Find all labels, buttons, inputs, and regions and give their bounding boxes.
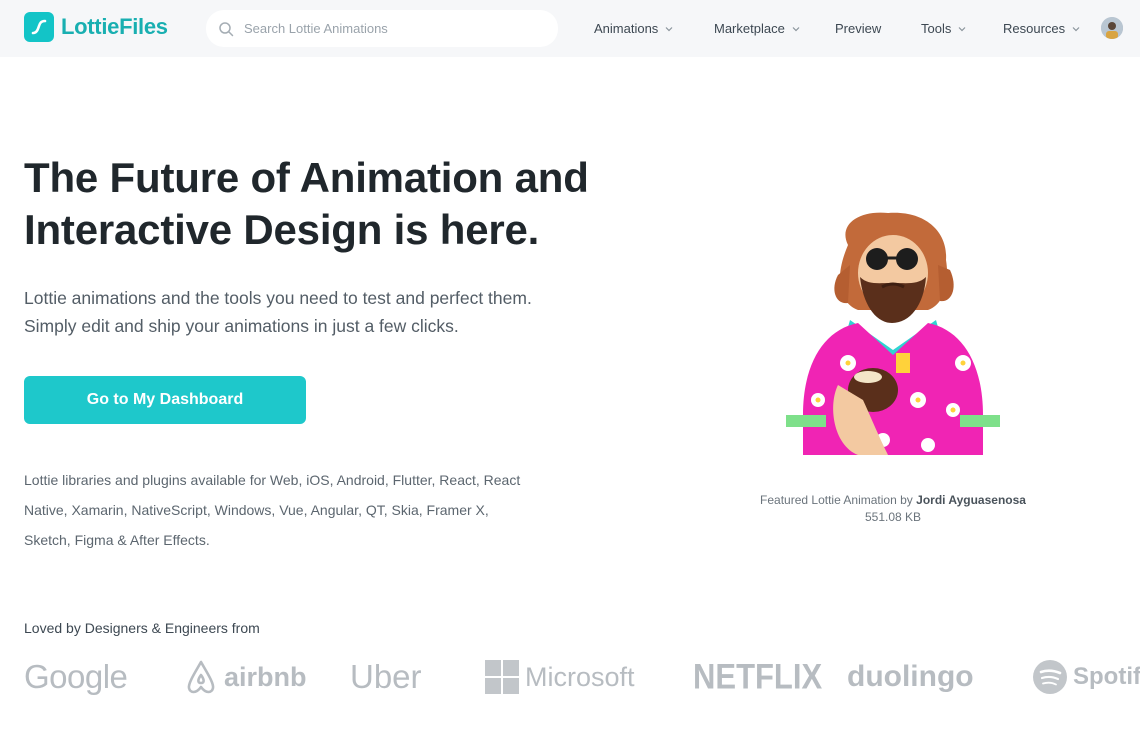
duolingo-logo: duolingo xyxy=(847,660,974,693)
chevron-down-icon xyxy=(958,26,966,31)
spotify-logo: Spotify xyxy=(1033,650,1140,704)
go-to-dashboard-button[interactable]: Go to My Dashboard xyxy=(24,376,306,424)
featured-credit: Featured Lottie Animation by Jordi Aygua… xyxy=(700,492,1086,526)
chevron-down-icon xyxy=(792,26,800,31)
chevron-down-icon xyxy=(665,26,673,31)
hero-title: The Future of Animation and Interactive … xyxy=(24,154,589,253)
hero-subtitle: Lottie animations and the tools you need… xyxy=(24,288,532,336)
loved-by-heading: Loved by Designers & Engineers from xyxy=(24,620,260,636)
search-input[interactable] xyxy=(244,21,544,36)
airbnb-icon xyxy=(187,660,215,694)
airbnb-logo: airbnb xyxy=(184,650,307,704)
featured-file-size: 551.08 KB xyxy=(864,510,922,524)
featured-author-link[interactable]: Jordi Ayguasenosa xyxy=(916,493,1026,507)
avatar-image-icon xyxy=(1101,17,1123,39)
lottiefiles-logo[interactable]: LottieFiles xyxy=(24,12,168,42)
lottiefiles-logo-icon xyxy=(24,12,54,42)
netflix-logo: NETFLIX xyxy=(693,656,823,697)
nav-tools[interactable]: Tools xyxy=(921,0,967,57)
microsoft-logo: Microsoft xyxy=(485,650,635,704)
nav-marketplace[interactable]: Marketplace xyxy=(714,0,801,57)
logo-text: LottieFiles xyxy=(61,14,168,39)
chevron-down-icon xyxy=(1072,26,1080,31)
uber-logo: Uber xyxy=(350,658,422,695)
libraries-description: Lottie libraries and plugins available f… xyxy=(24,472,521,548)
search-icon xyxy=(219,21,234,36)
user-avatar[interactable] xyxy=(1101,17,1123,39)
bearded-man-illustration-icon xyxy=(786,212,1000,455)
nav-animations[interactable]: Animations xyxy=(594,0,674,57)
google-logo: Google xyxy=(24,658,128,695)
nav-resources[interactable]: Resources xyxy=(1003,0,1081,57)
nav-preview[interactable]: Preview xyxy=(835,0,881,57)
search-bar[interactable] xyxy=(206,10,558,47)
spotify-icon xyxy=(1033,660,1067,694)
top-nav: LottieFiles Animations Marketplace Previ… xyxy=(0,0,1140,57)
microsoft-icon xyxy=(485,660,519,694)
featured-animation[interactable] xyxy=(778,205,1008,460)
